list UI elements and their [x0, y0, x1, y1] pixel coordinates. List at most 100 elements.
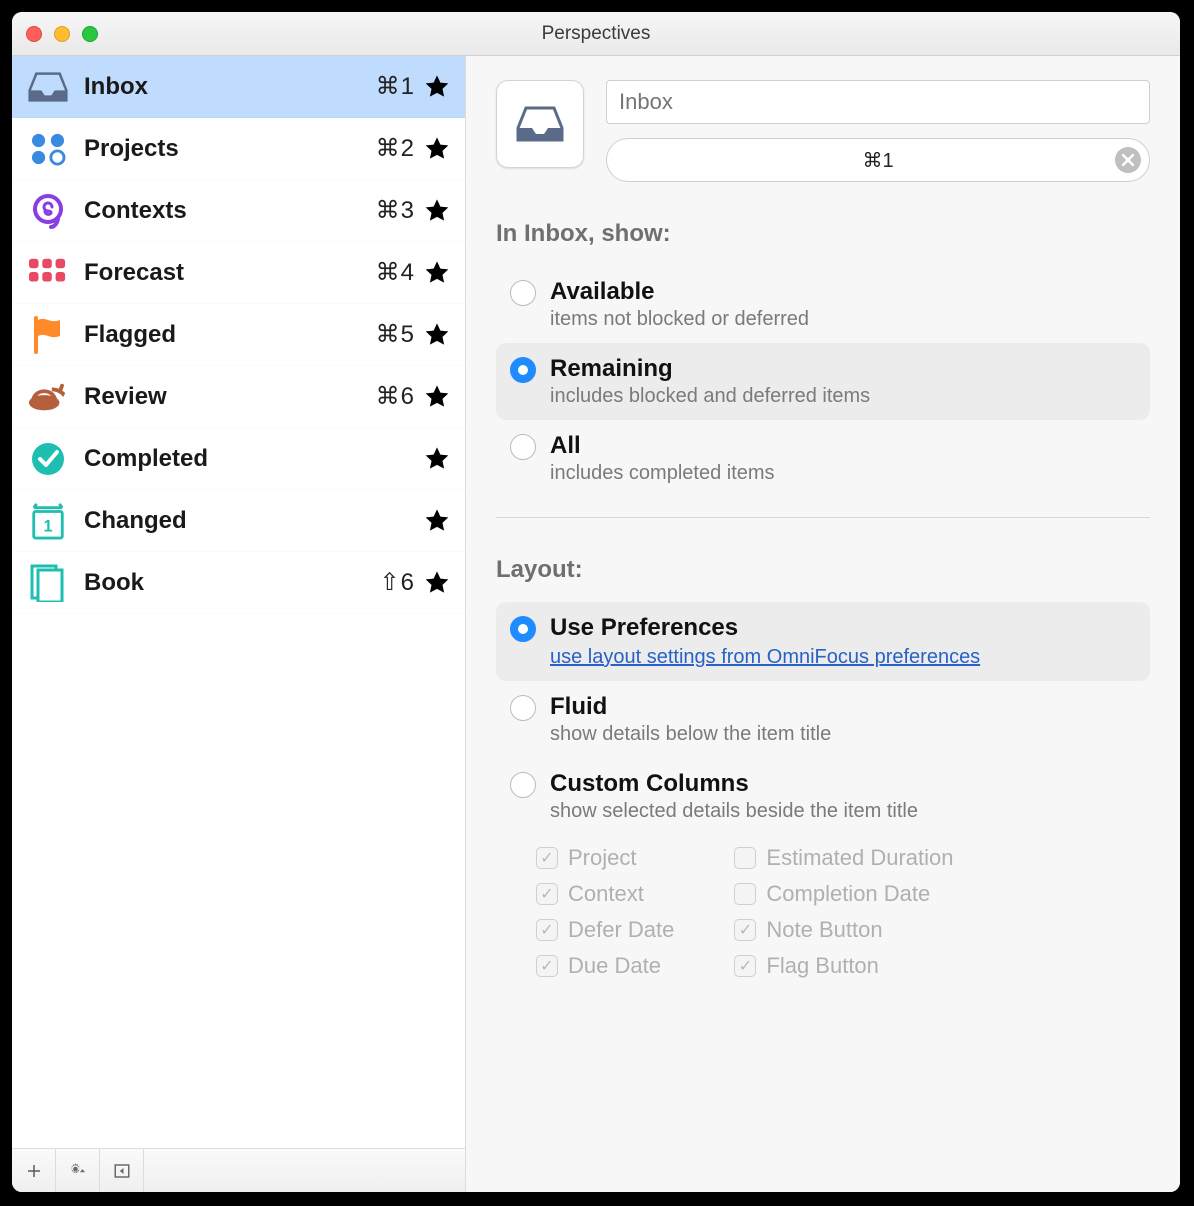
contexts-icon [26, 191, 70, 231]
perspective-item-shortcut: ⌘3 [376, 196, 415, 225]
sidebar-toolbar [12, 1148, 465, 1192]
perspective-item-label: Projects [84, 135, 376, 163]
checkbox-icon [734, 883, 756, 905]
checkbox-label: Due Date [568, 953, 661, 979]
inbox-icon [516, 104, 564, 144]
perspective-item-label: Contexts [84, 197, 376, 225]
projects-icon [26, 129, 70, 169]
svg-text:1: 1 [44, 517, 53, 535]
collapse-sidebar-button[interactable] [100, 1149, 144, 1192]
option-desc: items not blocked or deferred [550, 308, 809, 331]
perspective-item-label: Flagged [84, 321, 376, 349]
changed-icon: 1 [26, 501, 70, 541]
layout-option-use-preferences[interactable]: Use Preferencesuse layout settings from … [496, 602, 1150, 681]
perspective-item-flagged[interactable]: Flagged ⌘5 [12, 304, 465, 366]
shortcut-field[interactable]: ⌘1 [606, 138, 1150, 182]
perspective-item-shortcut: ⌘4 [376, 258, 415, 287]
review-icon [26, 377, 70, 417]
layout-option-fluid[interactable]: Fluidshow details below the item title [496, 681, 1150, 758]
checkbox-icon [734, 955, 756, 977]
perspective-item-label: Completed [84, 445, 415, 473]
perspective-item-inbox[interactable]: Inbox ⌘1 [12, 56, 465, 118]
checkbox-label: Context [568, 881, 644, 907]
show-option-remaining[interactable]: Remaining includes blocked and deferred … [496, 343, 1150, 420]
perspective-item-changed[interactable]: 1 Changed [12, 490, 465, 552]
perspective-item-book[interactable]: Book ⇧6 [12, 552, 465, 614]
option-desc: show selected details beside the item ti… [550, 800, 918, 823]
add-perspective-button[interactable] [12, 1149, 56, 1192]
perspective-item-label: Review [84, 383, 376, 411]
perspective-item-shortcut: ⌘2 [376, 134, 415, 163]
column-checkbox-completion-date[interactable]: Completion Date [734, 881, 953, 907]
radio-button[interactable] [510, 280, 536, 306]
column-checkbox-estimated-duration[interactable]: Estimated Duration [734, 845, 953, 871]
favorite-star-icon[interactable] [423, 135, 451, 163]
perspective-item-label: Changed [84, 507, 415, 535]
checkbox-icon [734, 919, 756, 941]
perspective-name-input[interactable] [606, 80, 1150, 124]
perspective-item-label: Inbox [84, 73, 376, 101]
option-link[interactable]: use layout settings from OmniFocus prefe… [550, 646, 980, 669]
column-checkbox-defer-date[interactable]: Defer Date [536, 917, 674, 943]
completed-icon [26, 439, 70, 479]
perspective-item-shortcut: ⌘6 [376, 382, 415, 411]
radio-button[interactable] [510, 616, 536, 642]
checkbox-label: Flag Button [766, 953, 879, 979]
perspective-icon-button[interactable] [496, 80, 584, 168]
layout-option-custom-columns[interactable]: Custom Columnsshow selected details besi… [496, 758, 1150, 835]
favorite-star-icon[interactable] [423, 569, 451, 597]
favorite-star-icon[interactable] [423, 321, 451, 349]
favorite-star-icon[interactable] [423, 445, 451, 473]
perspective-item-shortcut: ⌘1 [376, 72, 415, 101]
checkbox-label: Project [568, 845, 636, 871]
column-checkbox-note-button[interactable]: Note Button [734, 917, 953, 943]
radio-button[interactable] [510, 695, 536, 721]
perspective-item-shortcut: ⇧6 [380, 568, 415, 597]
perspective-item-label: Book [84, 569, 380, 597]
action-menu-button[interactable] [56, 1149, 100, 1192]
favorite-star-icon[interactable] [423, 259, 451, 287]
perspective-detail-pane: ⌘1 In Inbox, show: Available items not b… [466, 56, 1180, 1192]
perspective-item-completed[interactable]: Completed [12, 428, 465, 490]
option-title: Fluid [550, 693, 831, 721]
radio-button[interactable] [510, 434, 536, 460]
checkbox-icon [734, 847, 756, 869]
favorite-star-icon[interactable] [423, 73, 451, 101]
checkbox-label: Defer Date [568, 917, 674, 943]
favorite-star-icon[interactable] [423, 383, 451, 411]
column-checkbox-project[interactable]: Project [536, 845, 674, 871]
perspective-item-shortcut: ⌘5 [376, 320, 415, 349]
column-checkbox-flag-button[interactable]: Flag Button [734, 953, 953, 979]
book-icon [26, 563, 70, 603]
perspective-item-forecast[interactable]: Forecast ⌘4 [12, 242, 465, 304]
favorite-star-icon[interactable] [423, 507, 451, 535]
checkbox-icon [536, 847, 558, 869]
radio-button[interactable] [510, 357, 536, 383]
option-title: All [550, 432, 775, 460]
show-option-all[interactable]: All includes completed items [496, 420, 1150, 497]
favorite-star-icon[interactable] [423, 197, 451, 225]
checkbox-label: Note Button [766, 917, 882, 943]
option-desc: show details below the item title [550, 723, 831, 746]
perspective-item-projects[interactable]: Projects ⌘2 [12, 118, 465, 180]
perspective-item-contexts[interactable]: Contexts ⌘3 [12, 180, 465, 242]
column-checkbox-context[interactable]: Context [536, 881, 674, 907]
clear-shortcut-button[interactable] [1115, 147, 1141, 173]
option-desc: includes completed items [550, 462, 775, 485]
radio-button[interactable] [510, 772, 536, 798]
show-section-title: In Inbox, show: [496, 220, 1150, 248]
column-checkbox-due-date[interactable]: Due Date [536, 953, 674, 979]
perspectives-window: Perspectives Inbox ⌘1 Projects ⌘2 Contex… [12, 12, 1180, 1192]
perspective-item-review[interactable]: Review ⌘6 [12, 366, 465, 428]
layout-section-title: Layout: [496, 556, 1150, 584]
checkbox-label: Completion Date [766, 881, 930, 907]
option-title: Remaining [550, 355, 870, 383]
shortcut-value: ⌘1 [862, 148, 893, 173]
checkbox-icon [536, 955, 558, 977]
show-option-available[interactable]: Available items not blocked or deferred [496, 266, 1150, 343]
titlebar: Perspectives [12, 12, 1180, 56]
checkbox-icon [536, 883, 558, 905]
checkbox-label: Estimated Duration [766, 845, 953, 871]
option-title: Custom Columns [550, 770, 918, 798]
window-title: Perspectives [12, 23, 1180, 45]
